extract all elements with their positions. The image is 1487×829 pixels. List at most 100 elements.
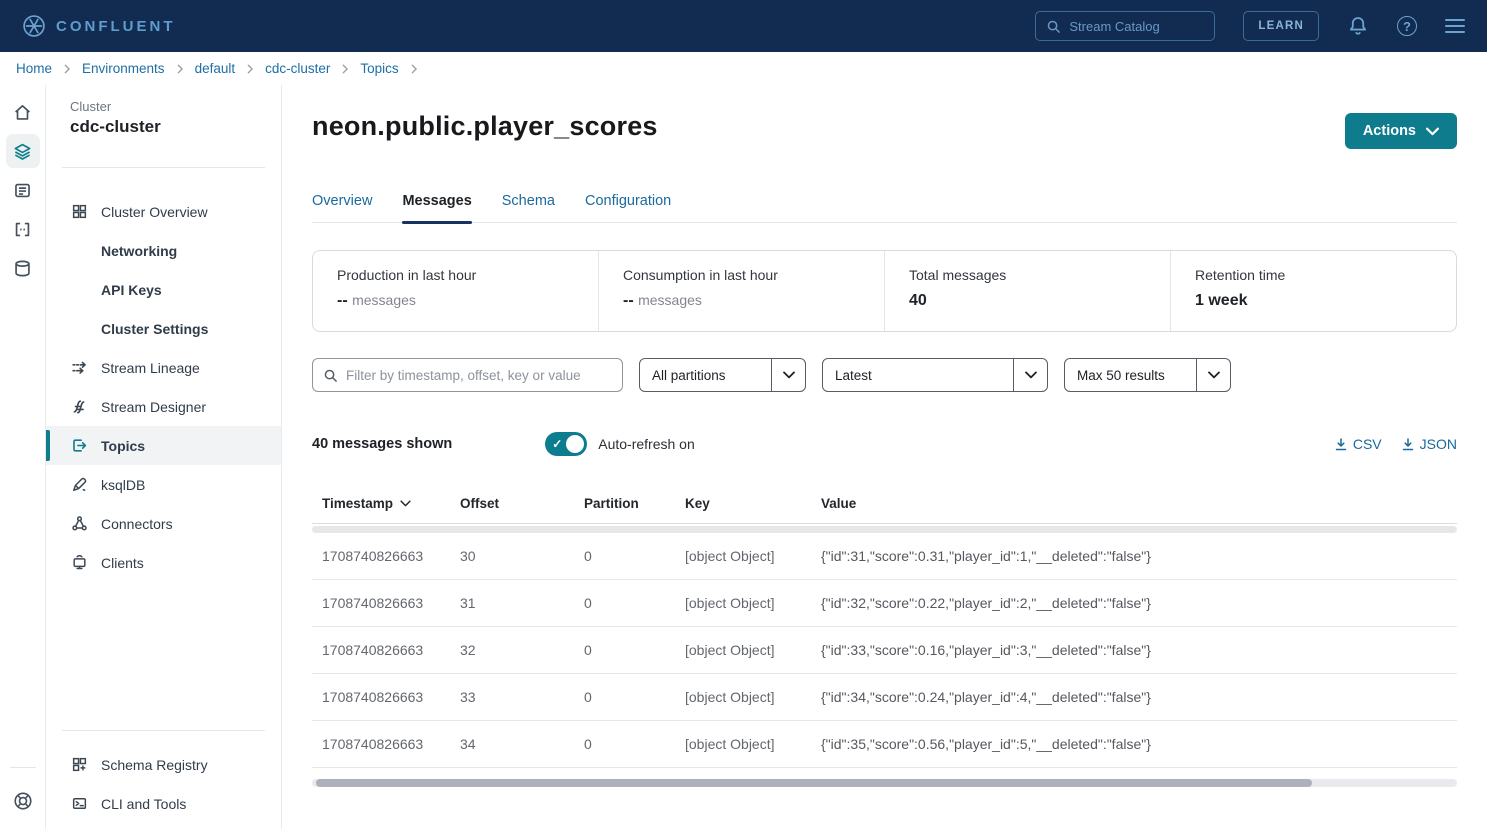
cell-offset: 30	[450, 548, 574, 564]
tab-configuration[interactable]: Configuration	[585, 193, 671, 222]
table-row[interactable]: 1708740826663 30 0 [object Object] {"id"…	[312, 533, 1457, 580]
stat-total-messages: Total messages 40	[885, 251, 1171, 331]
table-top-scrollbar[interactable]	[312, 526, 1457, 533]
cell-partition: 0	[574, 642, 675, 658]
menu-hamburger-icon[interactable]	[1445, 19, 1465, 33]
limit-select[interactable]: Max 50 results	[1064, 358, 1231, 392]
cluster-name: cdc-cluster	[46, 114, 281, 137]
stream-catalog-input[interactable]	[1069, 19, 1204, 34]
actions-button[interactable]: Actions	[1345, 113, 1457, 149]
cell-key: [object Object]	[675, 689, 811, 705]
cell-partition: 0	[574, 736, 675, 752]
breadcrumb-link-environments[interactable]: Environments	[82, 61, 165, 76]
brand-name: CONFLUENT	[56, 18, 176, 35]
home-icon[interactable]	[6, 95, 40, 129]
auto-refresh-toggle[interactable]: ✓	[545, 432, 587, 456]
breadcrumb-link-home[interactable]: Home	[16, 61, 52, 76]
sidebar-item-label: Connectors	[101, 516, 173, 532]
download-icon	[1335, 438, 1347, 451]
sidebar-item-stream-lineage[interactable]: Stream Lineage	[46, 348, 281, 387]
column-header-offset[interactable]: Offset	[450, 496, 574, 511]
designer-icon	[70, 398, 88, 415]
cluster-section-label: Cluster	[46, 99, 281, 114]
message-filter-input[interactable]	[346, 368, 612, 383]
download-icon	[1402, 438, 1414, 451]
cell-key: [object Object]	[675, 736, 811, 752]
environment-stack-icon[interactable]	[6, 134, 40, 168]
check-icon: ✓	[552, 437, 562, 451]
column-header-timestamp[interactable]: Timestamp	[312, 496, 450, 511]
tab-schema[interactable]: Schema	[502, 193, 555, 222]
chevron-right-icon	[176, 64, 184, 74]
messages-table: Timestamp Offset Partition Key Value 170…	[312, 484, 1457, 787]
column-header-partition[interactable]: Partition	[574, 496, 675, 511]
sidebar-item-label: Clients	[101, 555, 144, 571]
sidebar-item-api-keys[interactable]: API Keys	[46, 270, 281, 309]
cell-timestamp: 1708740826663	[312, 548, 450, 564]
cell-timestamp: 1708740826663	[312, 595, 450, 611]
sidebar-item-connectors[interactable]: Connectors	[46, 504, 281, 543]
message-filters: All partitions Latest Max 50 results	[312, 358, 1457, 392]
sidebar-item-networking[interactable]: Networking	[46, 231, 281, 270]
stat-production: Production in last hour -- messages	[313, 251, 599, 331]
chevron-right-icon	[246, 64, 254, 74]
breadcrumb-link-topics[interactable]: Topics	[360, 61, 398, 76]
messages-count: 40 messages shown	[312, 436, 452, 452]
tab-overview[interactable]: Overview	[312, 193, 372, 222]
learn-button[interactable]: LEARN	[1243, 11, 1319, 41]
flink-icon[interactable]	[6, 212, 40, 246]
sidebar-item-label: Stream Lineage	[101, 360, 200, 376]
chevron-down-icon	[1426, 127, 1439, 136]
table-row[interactable]: 1708740826663 32 0 [object Object] {"id"…	[312, 627, 1457, 674]
table-row[interactable]: 1708740826663 33 0 [object Object] {"id"…	[312, 674, 1457, 721]
breadcrumb-link-cdc-cluster[interactable]: cdc-cluster	[265, 61, 330, 76]
chevron-down-icon	[1197, 359, 1230, 391]
notes-icon[interactable]	[6, 173, 40, 207]
cell-offset: 34	[450, 736, 574, 752]
chevron-right-icon	[410, 64, 418, 74]
partition-select[interactable]: All partitions	[639, 358, 806, 392]
cell-value: {"id":34,"score":0.24,"player_id":4,"__d…	[811, 689, 1457, 705]
notifications-bell-icon[interactable]	[1347, 15, 1369, 37]
support-globe-icon[interactable]	[6, 784, 40, 818]
chevron-right-icon	[341, 64, 349, 74]
breadcrumb: Home Environments default cdc-cluster To…	[0, 52, 1487, 85]
table-header-row: Timestamp Offset Partition Key Value	[312, 484, 1457, 524]
column-header-value[interactable]: Value	[811, 496, 1457, 511]
sidebar-item-cluster-overview[interactable]: Cluster Overview	[46, 192, 281, 231]
csv-download-link[interactable]: CSV	[1335, 436, 1382, 452]
topic-tabs: Overview Messages Schema Configuration	[312, 193, 1457, 223]
stream-catalog-search[interactable]	[1035, 11, 1215, 41]
connectors-icon	[70, 515, 88, 532]
help-icon[interactable]: ?	[1397, 16, 1417, 36]
sidebar-item-stream-designer[interactable]: Stream Designer	[46, 387, 281, 426]
table-row[interactable]: 1708740826663 34 0 [object Object] {"id"…	[312, 721, 1457, 768]
sidebar-item-cli-and-tools[interactable]: CLI and Tools	[46, 784, 281, 823]
page-title: neon.public.player_scores	[312, 111, 658, 142]
sidebar-item-label: Schema Registry	[101, 757, 208, 773]
json-download-link[interactable]: JSON	[1402, 436, 1457, 452]
breadcrumb-link-default[interactable]: default	[195, 61, 236, 76]
sidebar-divider	[62, 730, 265, 731]
chevron-right-icon	[63, 64, 71, 74]
sort-caret-icon	[400, 500, 411, 507]
sidebar-item-clients[interactable]: Clients	[46, 543, 281, 582]
tab-messages[interactable]: Messages	[402, 193, 471, 222]
message-filter-search[interactable]	[312, 358, 623, 392]
stat-retention-time: Retention time 1 week	[1171, 251, 1456, 331]
table-row[interactable]: 1708740826663 31 0 [object Object] {"id"…	[312, 580, 1457, 627]
sidebar-item-ksqldb[interactable]: ksqlDB	[46, 465, 281, 504]
cell-timestamp: 1708740826663	[312, 642, 450, 658]
sidebar-item-label: Cluster Settings	[101, 321, 208, 337]
order-select[interactable]: Latest	[822, 358, 1048, 392]
sidebar-item-schema-registry[interactable]: Schema Registry	[46, 745, 281, 784]
sidebar-item-cluster-settings[interactable]: Cluster Settings	[46, 309, 281, 348]
scrollbar-thumb[interactable]	[316, 779, 1312, 787]
confluent-brand[interactable]: CONFLUENT	[22, 14, 176, 38]
schema-registry-icon	[70, 756, 88, 773]
sidebar-item-label: Networking	[101, 243, 177, 259]
column-header-key[interactable]: Key	[675, 496, 811, 511]
database-icon[interactable]	[6, 251, 40, 285]
horizontal-scrollbar[interactable]	[312, 779, 1457, 787]
sidebar-item-topics[interactable]: Topics	[46, 426, 281, 465]
